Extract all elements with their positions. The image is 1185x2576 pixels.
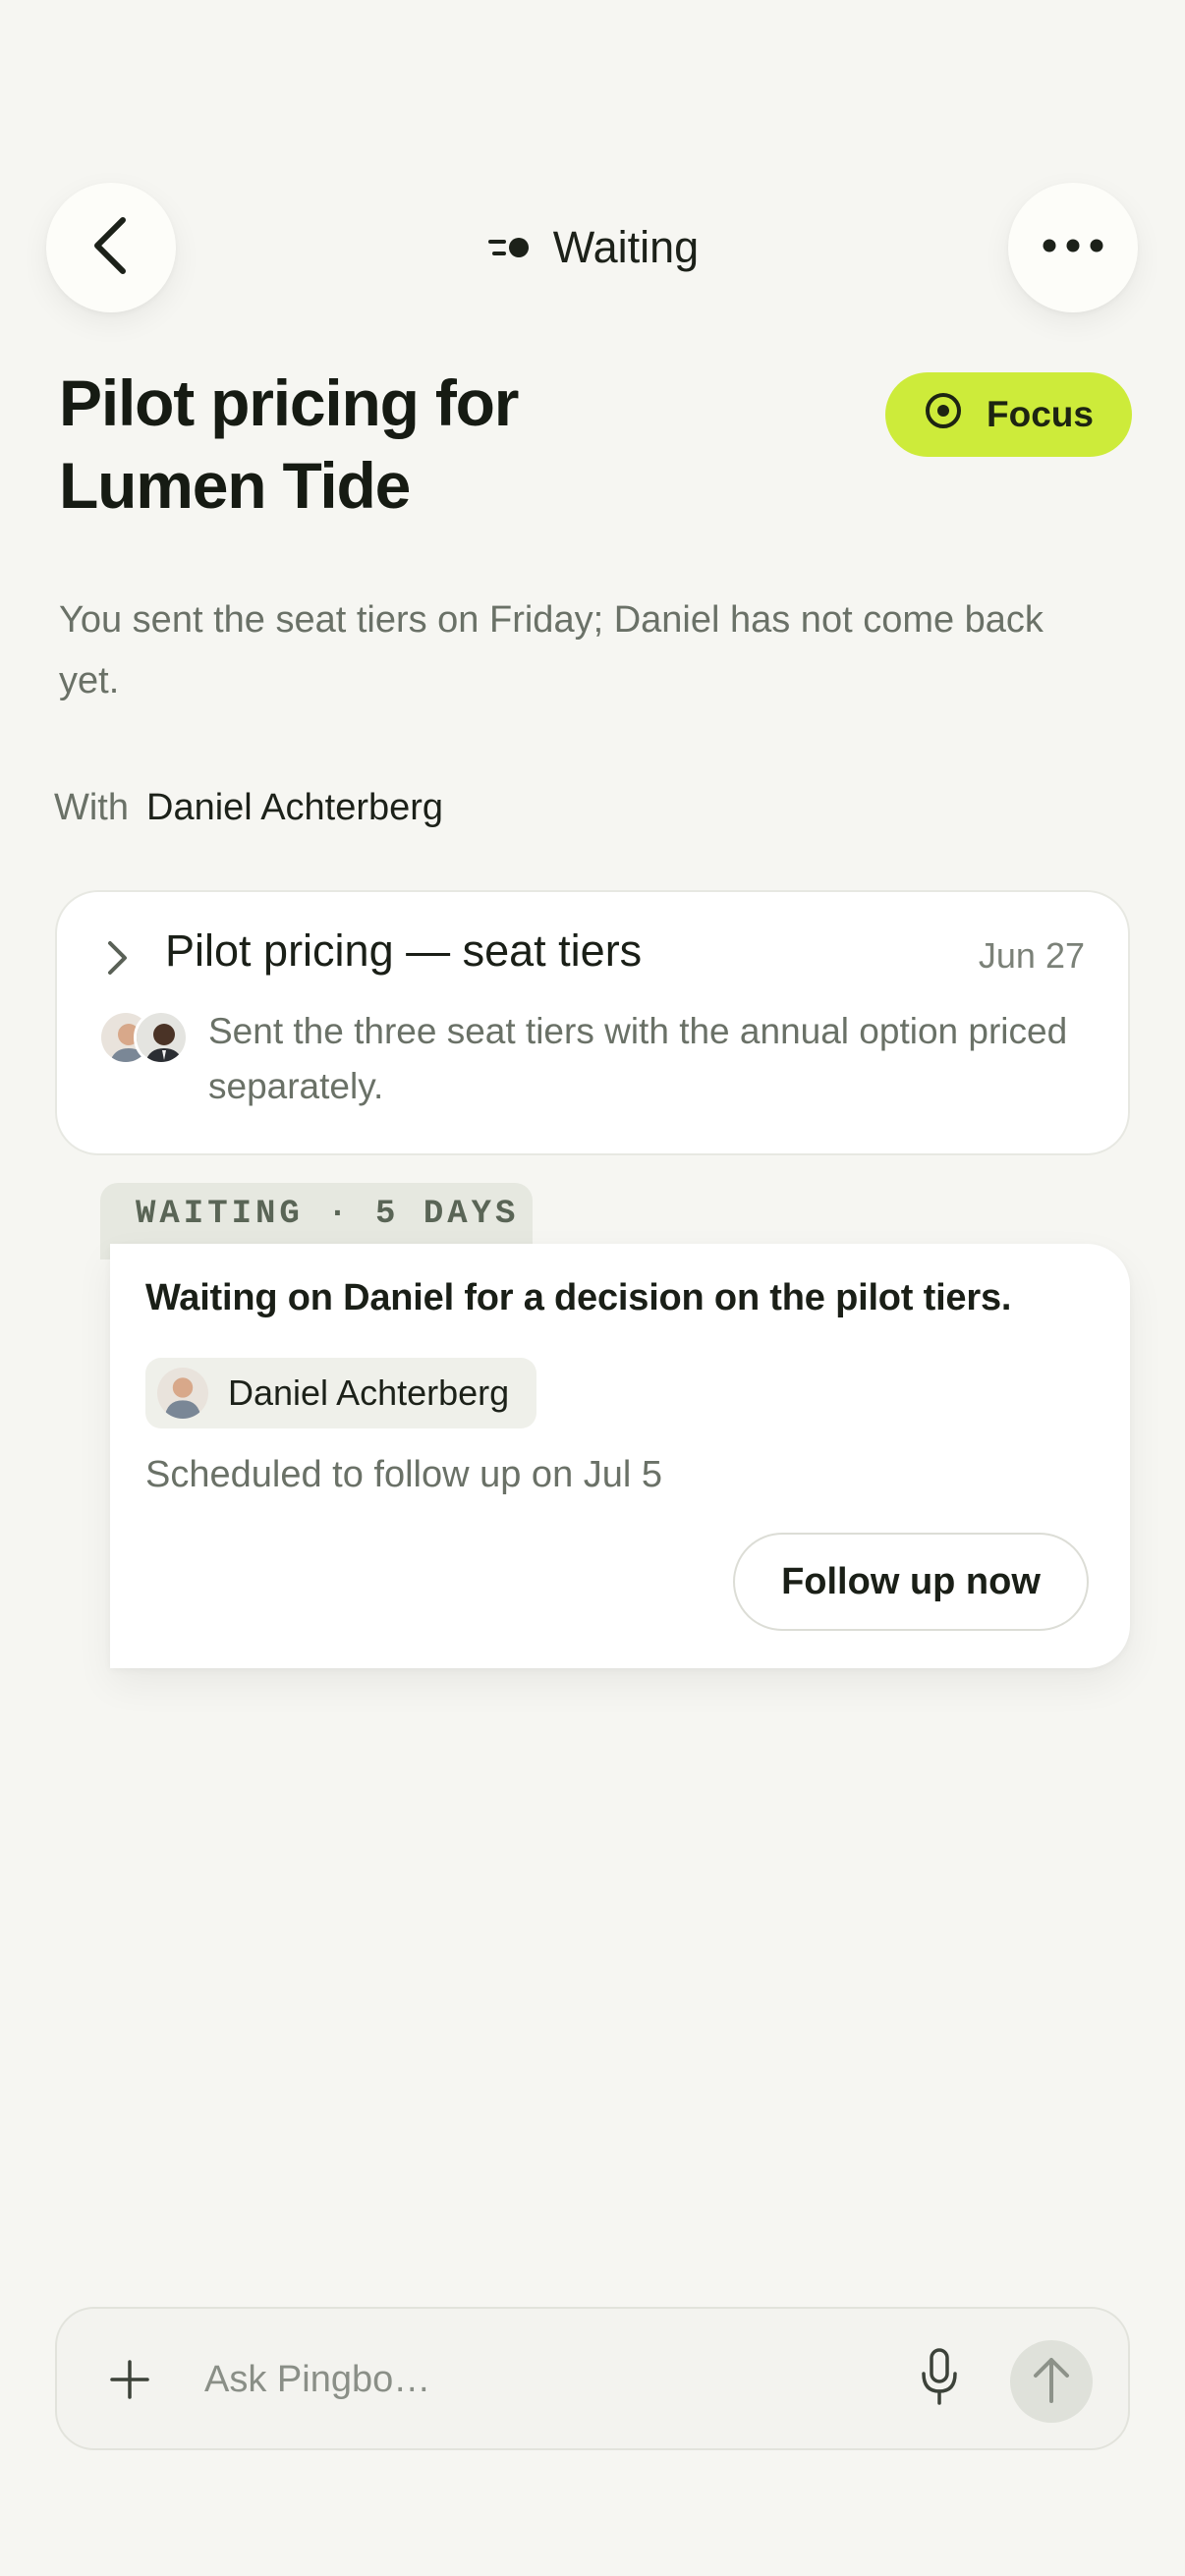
page-title: Pilot pricing for Lumen Tide [59, 366, 519, 522]
ask-input[interactable] [204, 2348, 892, 2411]
schedule-text: Scheduled to follow up on Jul 5 [145, 1454, 663, 1495]
thread-title: Pilot pricing — seat tiers [165, 925, 643, 976]
composer [55, 2307, 1130, 2450]
focus-target-icon [924, 391, 963, 439]
focus-button[interactable]: Focus [885, 372, 1132, 457]
waiting-message: Waiting on Daniel for a decision on the … [145, 1277, 1012, 1318]
with-label: With [54, 787, 129, 828]
follow-up-button[interactable]: Follow up now [733, 1533, 1089, 1631]
more-button[interactable] [1008, 183, 1138, 312]
waiting-dots-icon [486, 222, 532, 273]
more-horizontal-icon [1042, 238, 1104, 258]
avatar [157, 1368, 208, 1419]
plus-icon[interactable] [108, 2358, 151, 2406]
status-label: Waiting [552, 222, 700, 272]
thread-card[interactable]: Pilot pricing — seat tiers Jun 27 Sent t… [55, 890, 1130, 1155]
chevron-right-icon[interactable] [104, 939, 130, 981]
focus-label: Focus [987, 394, 1094, 434]
thread-date: Jun 27 [978, 935, 1085, 976]
task-summary: You sent the seat tiers on Friday; Danie… [59, 599, 1044, 701]
avatar [134, 1010, 189, 1065]
person-chip-name: Daniel Achterberg [228, 1372, 510, 1413]
thread-avatars [98, 1010, 197, 1069]
participants-row: With Daniel Achterberg [54, 778, 443, 837]
participant-name[interactable]: Daniel Achterberg [146, 778, 443, 837]
microphone-icon[interactable] [920, 2346, 959, 2414]
thread-snippet: Sent the three seat tiers with the annua… [208, 1011, 1068, 1106]
arrow-up-icon [1030, 2354, 1073, 2410]
waiting-card: Waiting on Daniel for a decision on the … [110, 1244, 1130, 1668]
person-chip[interactable]: Daniel Achterberg [145, 1358, 537, 1428]
send-button[interactable] [1010, 2340, 1093, 2423]
